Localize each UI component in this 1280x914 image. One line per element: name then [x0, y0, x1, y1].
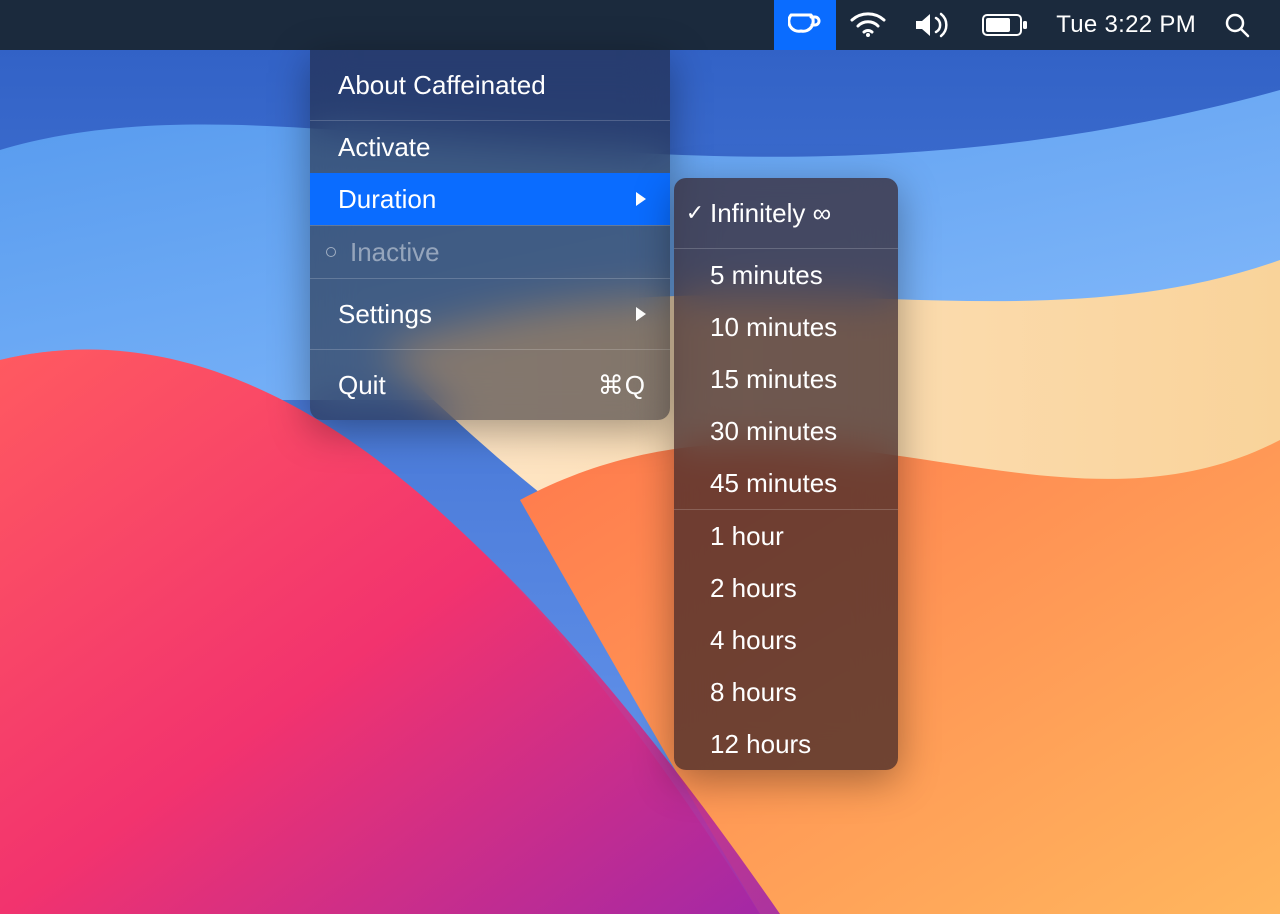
- submenu-arrow-icon: [634, 191, 648, 207]
- duration-1-hour[interactable]: 1 hour: [674, 510, 898, 562]
- menu-duration-label: Duration: [338, 184, 436, 215]
- menu-settings-label: Settings: [338, 299, 432, 330]
- menubar-battery[interactable]: [968, 0, 1042, 50]
- menu-activate[interactable]: Activate: [310, 121, 670, 173]
- duration-4-hours[interactable]: 4 hours: [674, 614, 898, 666]
- menu-about[interactable]: About Caffeinated: [310, 50, 670, 120]
- app-menu: About Caffeinated Activate Duration Inac…: [310, 50, 670, 420]
- duration-label: 12 hours: [710, 729, 811, 760]
- duration-2-hours[interactable]: 2 hours: [674, 562, 898, 614]
- duration-label: 45 minutes: [710, 468, 837, 499]
- duration-label: 10 minutes: [710, 312, 837, 343]
- duration-12-hours[interactable]: 12 hours: [674, 718, 898, 770]
- duration-submenu: ✓ Infinitely ∞ 5 minutes 10 minutes 15 m…: [674, 178, 898, 770]
- duration-infinite[interactable]: ✓ Infinitely ∞: [674, 178, 898, 248]
- duration-45-minutes[interactable]: 45 minutes: [674, 457, 898, 509]
- duration-infinite-label: Infinitely ∞: [710, 198, 831, 229]
- menu-settings[interactable]: Settings: [310, 279, 670, 349]
- menubar-volume[interactable]: [900, 0, 968, 50]
- volume-icon: [914, 11, 954, 39]
- duration-label: 30 minutes: [710, 416, 837, 447]
- clock-text: Tue 3:22 PM: [1056, 11, 1196, 39]
- checkmark-icon: ✓: [680, 200, 710, 226]
- wifi-icon: [850, 12, 886, 38]
- menu-quit-shortcut: ⌘Q: [598, 370, 646, 401]
- menu-activate-label: Activate: [338, 132, 431, 163]
- menubar-wifi[interactable]: [836, 0, 900, 50]
- submenu-arrow-icon: [634, 306, 648, 322]
- menu-inactive-label: Inactive: [350, 237, 440, 268]
- menubar-clock[interactable]: Tue 3:22 PM: [1042, 0, 1210, 50]
- duration-label: 1 hour: [710, 521, 784, 552]
- menu-quit[interactable]: Quit ⌘Q: [310, 350, 670, 420]
- duration-30-minutes[interactable]: 30 minutes: [674, 405, 898, 457]
- coffee-cup-icon: [788, 11, 822, 39]
- duration-label: 4 hours: [710, 625, 797, 656]
- duration-label: 8 hours: [710, 677, 797, 708]
- duration-5-minutes[interactable]: 5 minutes: [674, 249, 898, 301]
- search-icon: [1224, 12, 1250, 38]
- duration-15-minutes[interactable]: 15 minutes: [674, 353, 898, 405]
- duration-label: 5 minutes: [710, 260, 823, 291]
- menu-about-label: About Caffeinated: [338, 70, 546, 101]
- inactive-indicator-icon: [326, 247, 336, 257]
- battery-icon: [982, 14, 1028, 36]
- duration-10-minutes[interactable]: 10 minutes: [674, 301, 898, 353]
- menu-quit-label: Quit: [338, 370, 386, 401]
- duration-label: 15 minutes: [710, 364, 837, 395]
- duration-label: 2 hours: [710, 573, 797, 604]
- menubar-spotlight[interactable]: [1210, 0, 1264, 50]
- menu-duration[interactable]: Duration: [310, 173, 670, 225]
- duration-8-hours[interactable]: 8 hours: [674, 666, 898, 718]
- menubar: Tue 3:22 PM: [0, 0, 1280, 50]
- menu-inactive-status: Inactive: [310, 226, 670, 278]
- menubar-app-caffeinated[interactable]: [774, 0, 836, 50]
